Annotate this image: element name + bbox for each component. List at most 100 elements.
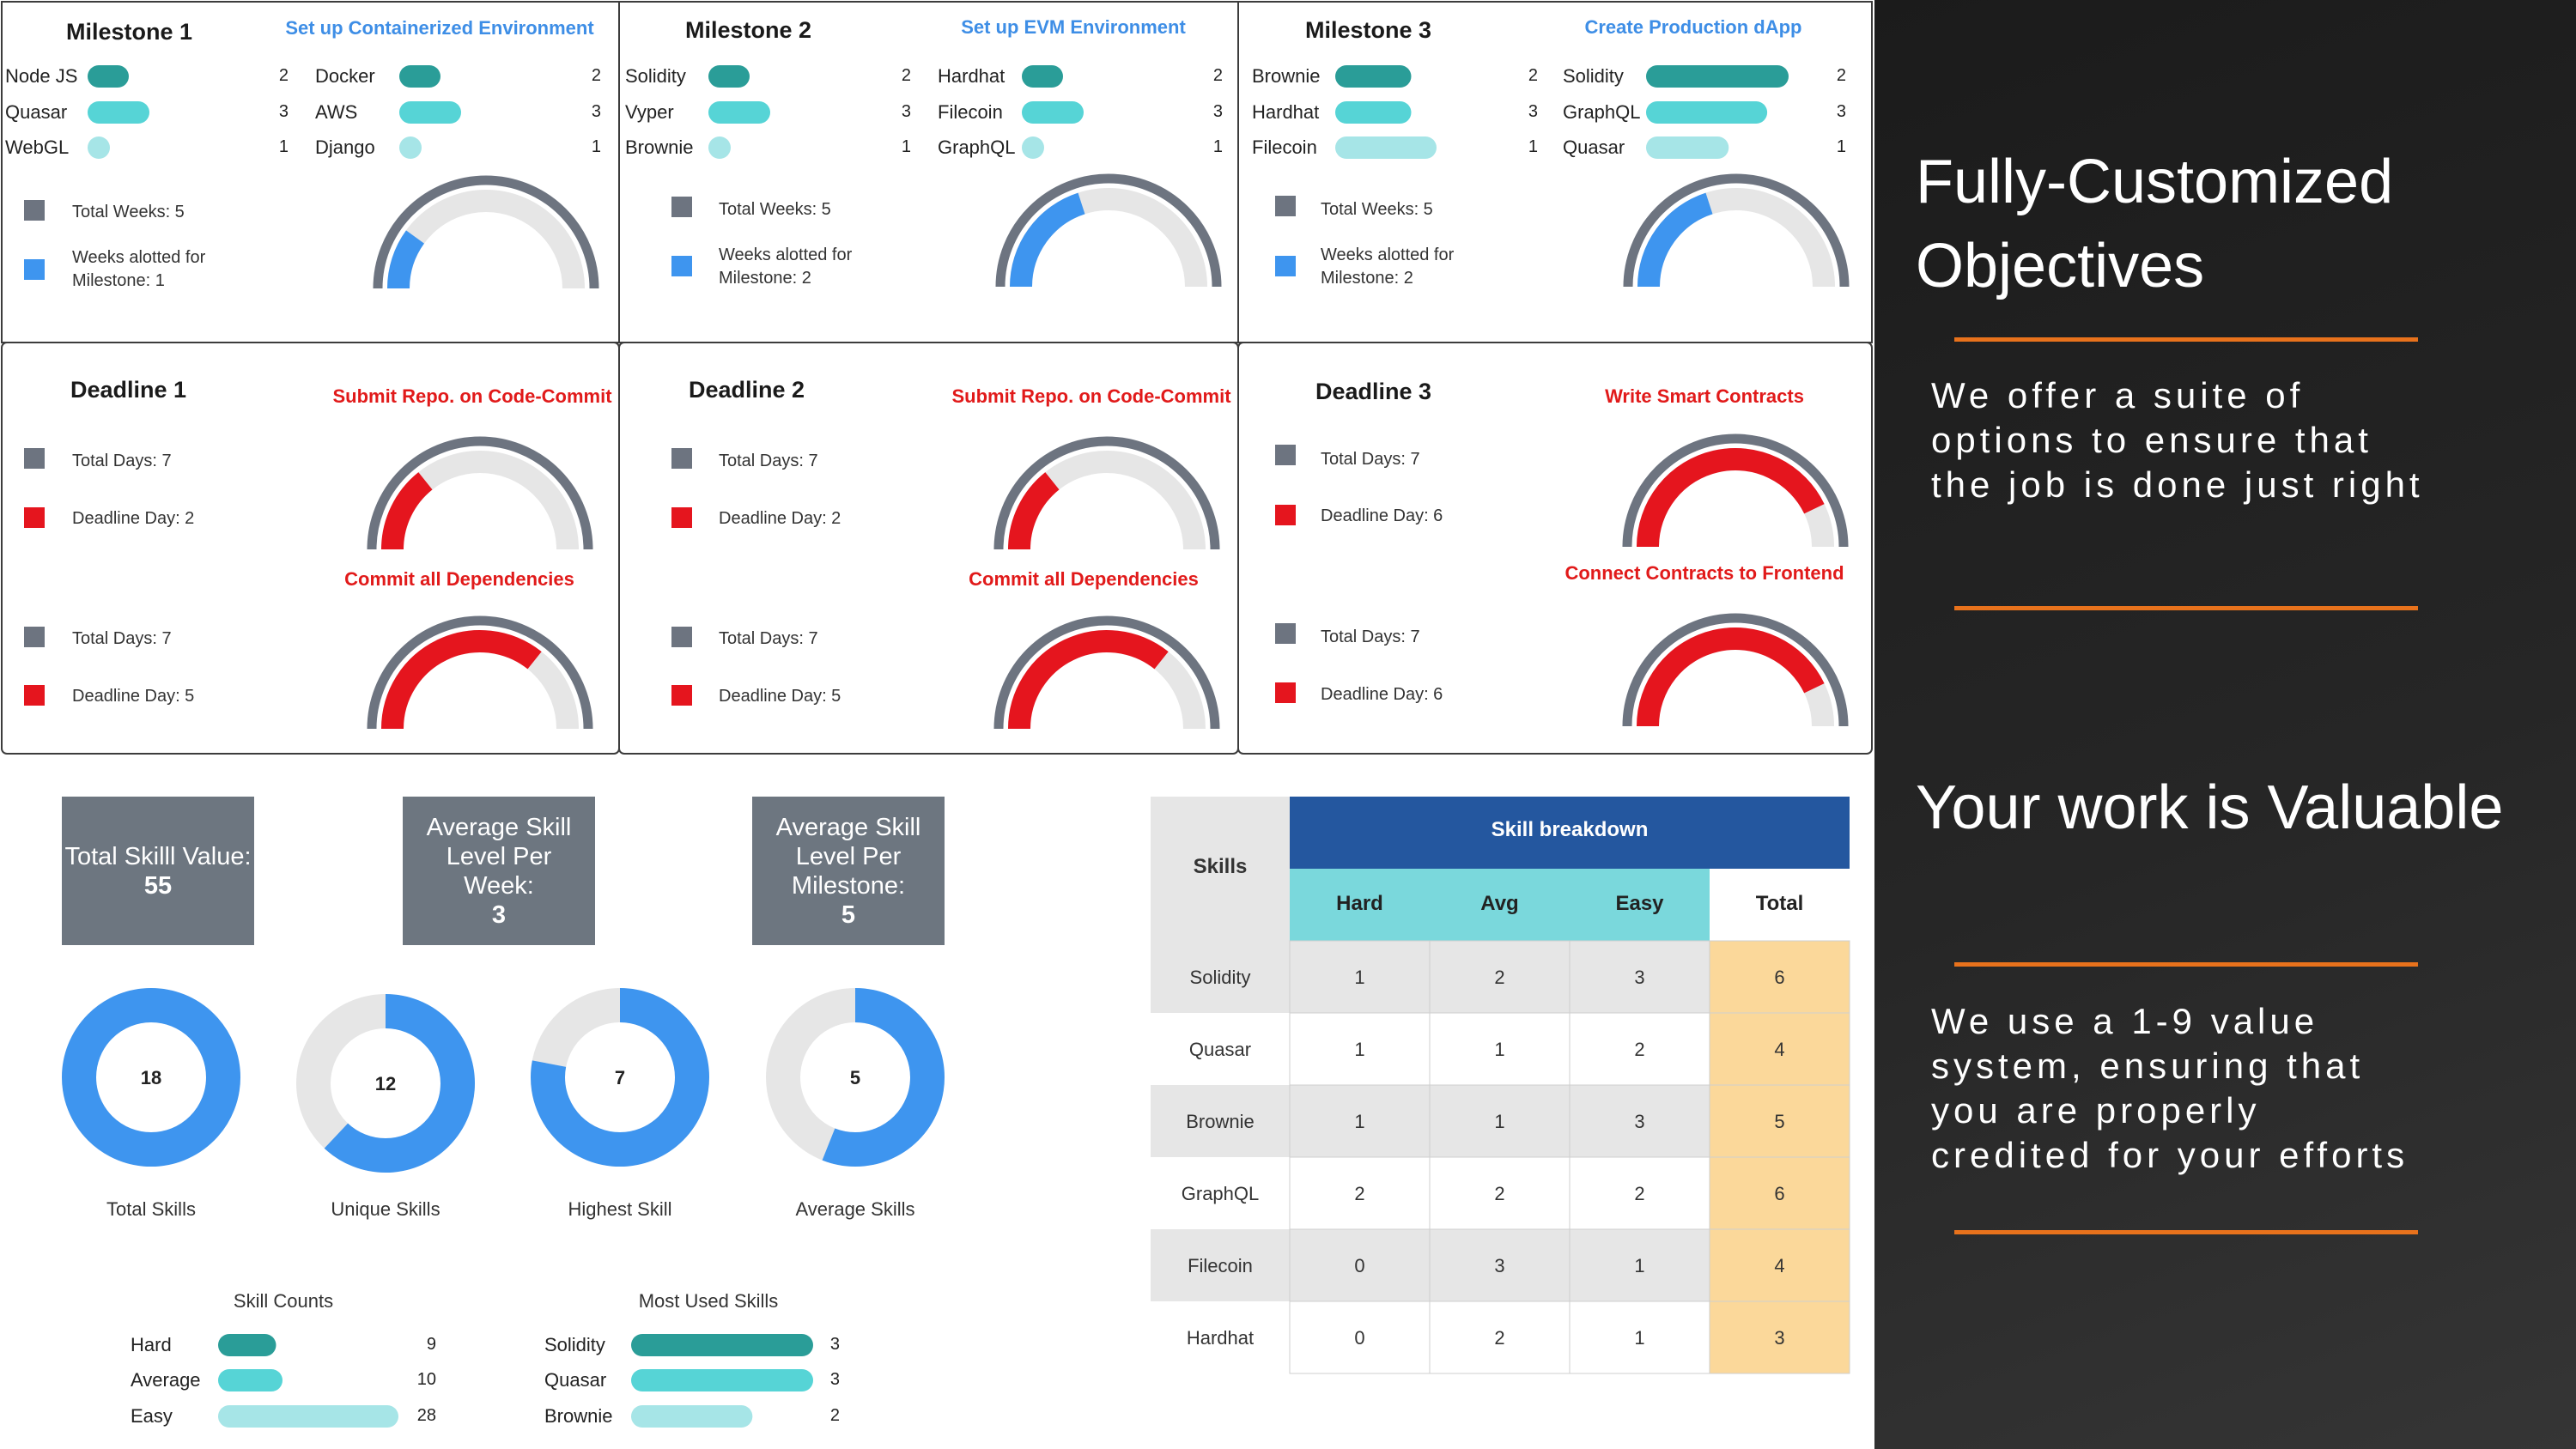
kpi-avg-skill-per-milestone: Average Skill Level Per Milestone: 5 [752, 797, 945, 945]
skill-bar [88, 65, 129, 88]
task-label: Commit all Dependencies [969, 568, 1199, 590]
skill-name: Hardhat [1252, 101, 1319, 123]
milestone-2: Milestone 2 Set up EVM Environment Total… [671, 16, 1186, 288]
table-cell-value: 2 [1634, 1183, 1644, 1204]
milestone-title: Milestone 3 [1305, 17, 1431, 43]
skill-count: 3 [902, 102, 911, 121]
skill-count: 2 [1837, 66, 1846, 85]
gauge-value [387, 230, 425, 289]
table-row-header: Filecoin [1188, 1255, 1253, 1276]
donut-label: Highest Skill [568, 1198, 671, 1220]
table-cell-value: 2 [1354, 1183, 1364, 1204]
task-label: Commit all Dependencies [344, 568, 574, 590]
gauge-value [1008, 630, 1169, 730]
kpi-value: 55 [143, 871, 173, 900]
deadline-title: Deadline 3 [1315, 379, 1431, 404]
skill-count: 1 [592, 137, 601, 156]
skill-bar [708, 101, 770, 124]
milestone-title: Milestone 1 [66, 19, 192, 45]
deadline-gauge [1622, 433, 1849, 548]
task-deadline-day: Deadline Day: 2 [72, 509, 194, 528]
legend-red-swatch [24, 685, 45, 706]
kpi-label: Total Skilll Value: [64, 842, 252, 870]
bar-list-bar [218, 1369, 283, 1391]
bar-list-label: Average [131, 1369, 201, 1391]
milestone-gauge [373, 175, 599, 289]
table-cell-value: 0 [1354, 1255, 1364, 1276]
donut-chart: 18 Total Skills [62, 988, 240, 1220]
gauge-value [1637, 448, 1825, 548]
deadline-gauge [367, 615, 593, 730]
milestone-3-panel [1237, 1, 1873, 343]
skill-name: Vyper [625, 101, 674, 123]
skill-bar [1335, 136, 1437, 159]
skill-name: GraphQL [938, 136, 1016, 158]
table-cell-value: 1 [1634, 1255, 1644, 1276]
table-cell-value: 4 [1774, 1039, 1784, 1060]
legend-gray-swatch [671, 197, 692, 217]
kpi-avg-skill-per-week: Average Skill Level Per Week: 3 [403, 797, 595, 945]
milestone-1-panel [1, 1, 620, 343]
panel-heading-valuable: Your work is Valuable [1916, 773, 2504, 842]
table-cell-value: 3 [1634, 967, 1644, 988]
legend-gray-swatch [671, 627, 692, 647]
skill-count: 2 [1213, 66, 1223, 85]
milestone-objective: Create Production dApp [1584, 16, 1801, 38]
table-cell-value: 2 [1634, 1039, 1644, 1060]
donut-label: Unique Skills [331, 1198, 440, 1220]
table-cell-value: 2 [1494, 1183, 1504, 1204]
bar-list-bar [631, 1369, 813, 1391]
skill-count: 3 [279, 102, 289, 121]
table-row-header: GraphQL [1182, 1183, 1260, 1204]
table-column-header: Avg [1480, 892, 1518, 915]
deadline-title: Deadline 1 [70, 377, 186, 403]
legend-blue-swatch [671, 256, 692, 276]
deadline-gauge [993, 615, 1220, 730]
skill-bar [708, 136, 731, 159]
table-row-header: Brownie [1186, 1111, 1254, 1132]
table-cell-value: 2 [1494, 967, 1504, 988]
skill-name: Quasar [1563, 136, 1625, 158]
milestone-1: Milestone 1 Set up Containerized Environ… [24, 17, 594, 290]
gauge-value [1008, 472, 1060, 550]
donut-center-value: 7 [615, 1067, 625, 1088]
legend-gray-swatch [24, 200, 45, 221]
task-deadline-day: Deadline Day: 2 [719, 509, 841, 528]
table-cell-value: 1 [1494, 1039, 1504, 1060]
panel-text-objectives: We offer a suite of options to ensure th… [1931, 375, 2424, 505]
deadline-title: Deadline 2 [689, 377, 805, 403]
skill-count: 1 [1837, 137, 1846, 156]
table-group-header-label: Skill breakdown [1492, 818, 1649, 841]
table-cell-value: 6 [1774, 1183, 1784, 1204]
panel-heading-line-2: Objectives [1916, 232, 2205, 300]
milestone-objective: Set up EVM Environment [961, 16, 1186, 38]
legend-total-weeks: Total Weeks: 5 [719, 200, 831, 219]
deadline-gauge [1622, 613, 1849, 727]
table-cell-value: 3 [1494, 1255, 1504, 1276]
legend-red-swatch [24, 507, 45, 528]
dashboard-canvas: Milestone 1 Set up Containerized Environ… [1, 1, 1873, 1428]
legend-gray-swatch [1275, 196, 1296, 216]
legend-blue-swatch [1275, 256, 1296, 276]
skill-name: Solidity [1563, 65, 1624, 87]
table-cell-value: 1 [1494, 1111, 1504, 1132]
skill-name: Django [315, 136, 375, 158]
milestone-gauge [995, 173, 1222, 288]
skill-count: 2 [1528, 66, 1538, 85]
skill-breakdown-table: Skills Skill breakdown Hard Avg Easy Total S… [1151, 797, 1850, 1374]
legend-weeks-alotted-2: Milestone: 2 [719, 269, 811, 288]
skill-count: 1 [279, 137, 289, 156]
task-deadline-day: Deadline Day: 5 [72, 687, 194, 706]
skill-name: Brownie [625, 136, 693, 158]
skill-count: 2 [902, 66, 911, 85]
kpi-label: Average Skill Level Per Milestone: [775, 813, 921, 900]
skill-bar [399, 136, 422, 159]
bar-list-value: 2 [830, 1406, 840, 1425]
deadline-gauge [367, 436, 593, 550]
bar-list-bar [631, 1405, 753, 1428]
skill-count: 3 [1213, 102, 1223, 121]
table-row-header: Solidity [1190, 967, 1251, 988]
task-total-days: Total Days: 7 [1321, 450, 1420, 469]
table-row-header: Quasar [1189, 1039, 1251, 1060]
skill-count: 2 [592, 66, 601, 85]
